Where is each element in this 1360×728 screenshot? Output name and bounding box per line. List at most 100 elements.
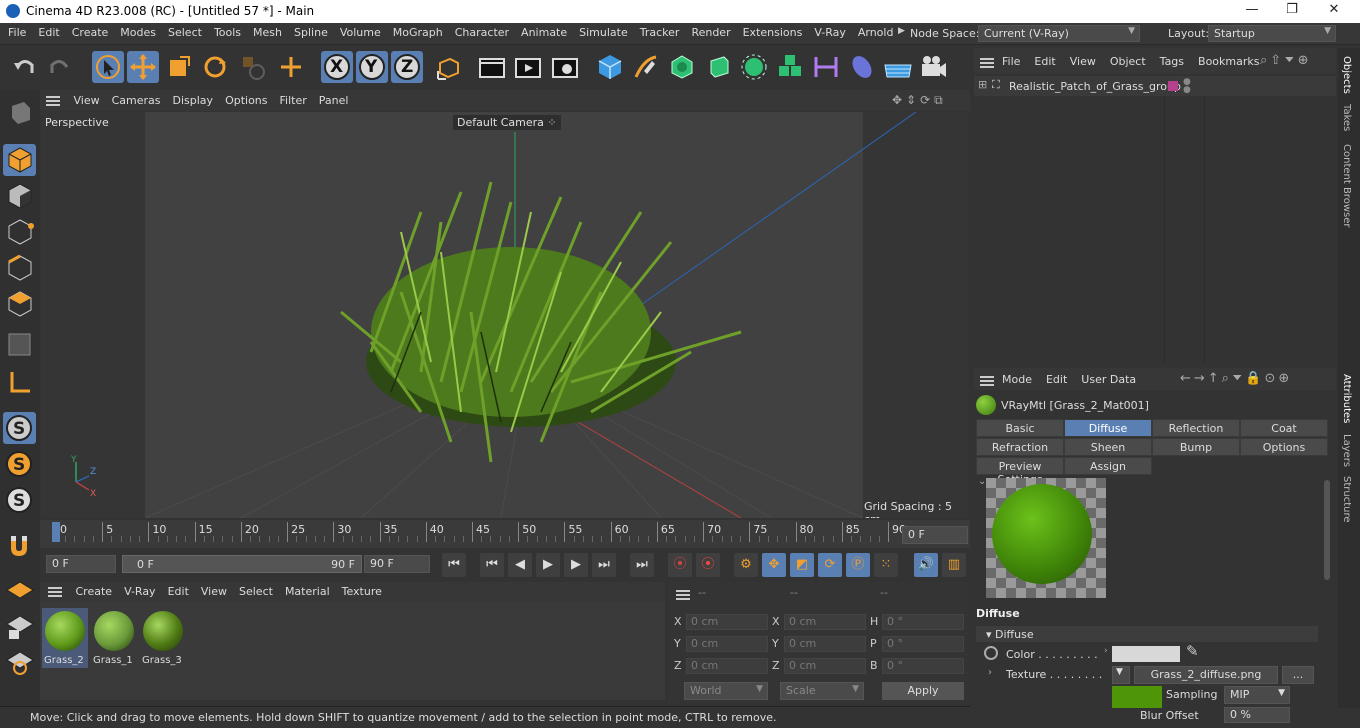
menu-overflow-icon[interactable]: ▶ [898, 26, 905, 36]
attributes-menu-edit[interactable]: Edit [1046, 373, 1067, 386]
minimize-button[interactable]: — [1232, 2, 1272, 21]
deformer-button[interactable] [810, 51, 842, 83]
solo-off-button[interactable]: S [3, 412, 36, 444]
edges-mode-button[interactable] [3, 252, 36, 284]
coord-field-a-1[interactable]: 0 cm [686, 636, 768, 652]
polygons-mode-button[interactable] [3, 288, 36, 320]
tab-attributes[interactable]: Attributes [1341, 374, 1352, 423]
magnet-snap-button[interactable] [3, 530, 36, 562]
coord-field-c-2[interactable]: 0 ° [882, 658, 964, 674]
camera-label[interactable]: Default Camera ⁘ [453, 115, 561, 130]
tab-objects[interactable]: Objects [1341, 56, 1352, 94]
enable-axis-button[interactable] [3, 366, 36, 398]
viewport-nav-icons[interactable]: ✥⇕⟳⧉ [892, 93, 947, 108]
menu-v-ray[interactable]: V-Ray [806, 23, 850, 45]
workplane-rotate-button[interactable] [3, 646, 36, 678]
texture-thumbnail[interactable] [1112, 686, 1162, 708]
diffuse-group-header[interactable]: ▾ Diffuse [976, 626, 1318, 642]
point-level-key-button[interactable]: ⁙ [874, 553, 898, 577]
coord-field-b-0[interactable]: 0 cm [784, 614, 866, 630]
render-view-button[interactable] [476, 51, 508, 83]
layer-color-tag[interactable] [1168, 81, 1178, 91]
recent-tools-button[interactable] [237, 51, 269, 83]
menu-mograph[interactable]: MoGraph [385, 23, 447, 45]
menu-select[interactable]: Select [160, 23, 206, 45]
frame-range-slider[interactable]: 0 F 90 F [122, 555, 362, 573]
cube-primitive-button[interactable] [594, 51, 626, 83]
layout-dropdown[interactable]: Startup ▼ [1208, 25, 1336, 42]
record-active-button[interactable]: ⦿ [668, 553, 692, 577]
play-button[interactable]: ▶ [536, 553, 560, 577]
viewport-menu-panel[interactable]: Panel [313, 90, 355, 111]
animate-color-icon[interactable] [984, 646, 998, 660]
menu-modes[interactable]: Modes [112, 23, 160, 45]
menu-file[interactable]: File [0, 23, 30, 45]
mograph-cloner-button[interactable] [774, 51, 806, 83]
material-thumbnail[interactable]: Grass_1 [91, 608, 137, 668]
rotate-tool-button[interactable] [199, 51, 231, 83]
attributes-menu-mode[interactable]: Mode [1002, 373, 1032, 386]
live-selection-button[interactable] [92, 51, 124, 83]
menu-animate[interactable]: Animate [513, 23, 571, 45]
tab-content-browser[interactable]: Content Browser [1341, 144, 1352, 227]
objects-menu-tags[interactable]: Tags [1160, 55, 1184, 68]
tab-options[interactable]: Options [1240, 438, 1328, 456]
end-frame-field[interactable]: 90 F [364, 555, 430, 573]
material-menu-create[interactable]: Create [70, 582, 119, 601]
scale-key-button[interactable]: ◩ [790, 553, 814, 577]
object-name[interactable]: Realistic_Patch_of_Grass_group [1009, 80, 1181, 93]
tab-structure[interactable]: Structure [1341, 476, 1352, 523]
expand-color-icon[interactable]: › [1104, 646, 1108, 656]
viewport-menu-view[interactable]: View [68, 90, 106, 111]
blur-offset-field[interactable]: 0 % [1224, 707, 1290, 723]
scale-dropdown[interactable]: Scale ▼ [780, 682, 864, 700]
lock-x-axis-button[interactable]: X [321, 51, 353, 83]
cloner-button[interactable] [738, 51, 770, 83]
texture-file-button[interactable]: Grass_2_diffuse.png [1134, 666, 1278, 684]
uv-mode-button[interactable] [3, 328, 36, 360]
parameter-key-button[interactable]: Ⓟ [846, 553, 870, 577]
color-swatch[interactable] [1112, 646, 1180, 662]
apply-button[interactable]: Apply [882, 682, 964, 700]
solo-hierarchy-button[interactable]: S [3, 484, 36, 516]
render-settings-button[interactable] [549, 51, 581, 83]
tab-takes[interactable]: Takes [1341, 104, 1352, 131]
world-dropdown[interactable]: World ▼ [684, 682, 768, 700]
rotation-key-button[interactable]: ⟳ [818, 553, 842, 577]
visibility-dots-icon[interactable]: ● ● [1183, 78, 1191, 95]
attributes-tool-icons[interactable]: ←→↑⌕⏷🔒⊙⊕ [1180, 371, 1292, 386]
coord-field-b-2[interactable]: 0 cm [784, 658, 866, 674]
close-button[interactable]: ✕ [1314, 2, 1354, 21]
maximize-button[interactable]: ❐ [1272, 2, 1312, 21]
floor-button[interactable] [882, 51, 914, 83]
attributes-menu-user-data[interactable]: User Data [1081, 373, 1136, 386]
lock-y-axis-button[interactable]: Y [356, 51, 388, 83]
move-tool-button[interactable] [127, 51, 159, 83]
current-frame-field[interactable]: 0 F [902, 526, 968, 544]
lock-z-axis-button[interactable]: Z [391, 51, 423, 83]
menu-arnold[interactable]: Arnold [850, 23, 898, 45]
viewport-menu-cameras[interactable]: Cameras [106, 90, 167, 111]
node-space-dropdown[interactable]: Current (V-Ray) ▼ [978, 25, 1140, 42]
scale-tool-button[interactable] [163, 51, 195, 83]
tab-assign[interactable]: Assign [1064, 457, 1152, 475]
viewport-menu-display[interactable]: Display [167, 90, 220, 111]
texture-menu-dropdown[interactable]: ▼ [1112, 666, 1130, 684]
menu-volume[interactable]: Volume [332, 23, 385, 45]
next-key-button[interactable]: ⏭ [592, 553, 616, 577]
objects-menu-edit[interactable]: Edit [1034, 55, 1055, 68]
menu-simulate[interactable]: Simulate [571, 23, 632, 45]
subdivision-surface-button[interactable] [666, 51, 698, 83]
autokey-button[interactable]: ⦿ [696, 553, 720, 577]
hamburger-menu-icon[interactable] [46, 96, 60, 106]
objects-menu-bookmarks[interactable]: Bookmarks [1198, 55, 1259, 68]
hamburger-menu-icon[interactable] [980, 376, 994, 386]
tab-bump[interactable]: Bump [1152, 438, 1240, 456]
coord-field-a-2[interactable]: 0 cm [686, 658, 768, 674]
previous-frame-button[interactable]: ◀ [508, 553, 532, 577]
timeline-ruler[interactable]: 0 5 10 15 20 25 30 35 40 45 50 55 60 65 70 75 80 85 90 [40, 520, 906, 548]
film-strip-button[interactable]: ▥ [942, 553, 966, 577]
material-menu-edit[interactable]: Edit [162, 582, 195, 601]
timeline[interactable]: 0 5 10 15 20 25 30 35 40 45 50 55 60 65 70 75 80 85 90 0 F [40, 520, 970, 548]
menu-extensions[interactable]: Extensions [735, 23, 807, 45]
